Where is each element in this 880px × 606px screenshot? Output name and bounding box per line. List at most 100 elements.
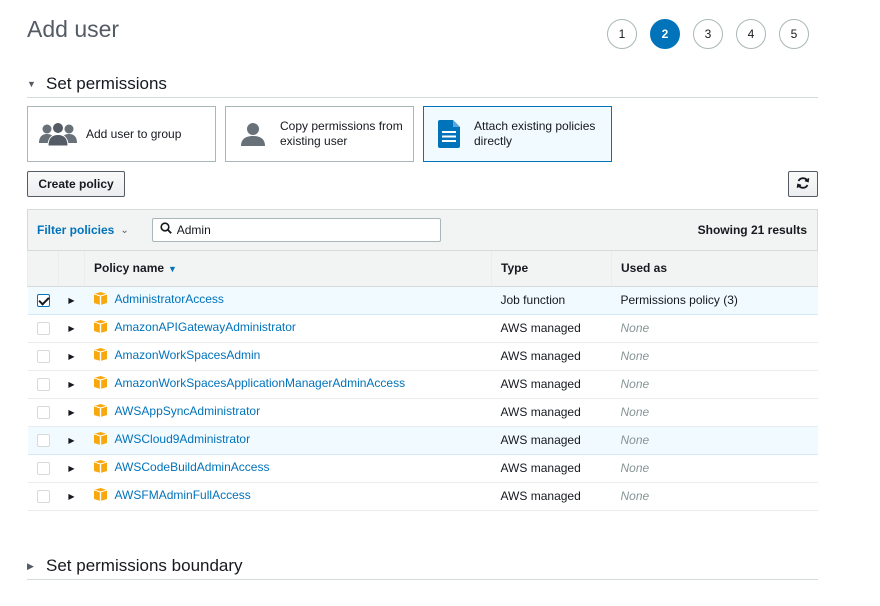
policy-name-link[interactable]: AmazonAPIGatewayAdministrator — [93, 319, 296, 334]
policy-name-link[interactable]: AWSFMAdminFullAccess — [93, 487, 251, 502]
policy-used-as: None — [611, 314, 818, 343]
header-check — [27, 251, 59, 287]
policy-type: AWS managed — [491, 426, 612, 455]
policy-used-as: None — [611, 342, 818, 371]
policy-name-cell: AmazonAPIGatewayAdministrator — [84, 314, 492, 343]
option-add-user-to-group[interactable]: Add user to group — [27, 106, 216, 162]
policy-name-link[interactable]: AmazonWorkSpacesAdmin — [93, 347, 261, 362]
expand-caret-icon[interactable]: ▶ — [58, 398, 85, 427]
set-permissions-title: Set permissions — [46, 74, 167, 93]
policy-name-link[interactable]: AdministratorAccess — [93, 291, 224, 306]
policy-type: AWS managed — [491, 398, 612, 427]
permission-options: Add user to group Copy permissions from … — [27, 106, 612, 162]
search-input[interactable] — [176, 223, 427, 237]
package-icon — [93, 320, 107, 334]
policy-type: AWS managed — [491, 314, 612, 343]
policy-name-cell: AWSCloud9Administrator — [84, 426, 492, 455]
row-checkbox[interactable] — [36, 434, 50, 448]
policy-name-cell: AWSFMAdminFullAccess — [84, 482, 492, 511]
option-copy-permissions[interactable]: Copy permissions from existing user — [225, 106, 414, 162]
table-row[interactable]: ▶ AdministratorAccess Job function Permissi… — [27, 286, 818, 315]
policy-name-link[interactable]: AWSAppSyncAdministrator — [93, 403, 261, 418]
policy-name-cell: AdministratorAccess — [84, 286, 492, 315]
policy-name: AmazonAPIGatewayAdministrator — [114, 319, 296, 334]
chevron-down-icon: ⌄ — [120, 224, 129, 236]
row-checkbox-cell — [27, 426, 59, 455]
table-row[interactable]: ▶ AWSFMAdminFullAccess AWS managed None — [27, 482, 818, 511]
table-row[interactable]: ▶ AWSCodeBuildAdminAccess AWS managed None — [27, 454, 818, 483]
user-group-icon — [38, 121, 78, 147]
policy-name: AWSCodeBuildAdminAccess — [114, 459, 270, 474]
policy-name: AWSCloud9Administrator — [114, 431, 251, 446]
row-checkbox-cell — [27, 454, 59, 483]
package-icon — [93, 488, 107, 502]
set-permissions-boundary-header[interactable]: ▶ Set permissions boundary — [27, 556, 818, 580]
package-icon — [93, 432, 107, 446]
caret-down-icon: ▼ — [27, 79, 36, 89]
policy-type: Job function — [491, 286, 612, 315]
policy-name-cell: AmazonWorkSpacesApplicationManagerAdminA… — [84, 370, 492, 399]
row-checkbox[interactable] — [36, 462, 50, 476]
document-icon — [438, 120, 460, 148]
policy-name-link[interactable]: AmazonWorkSpacesApplicationManagerAdminA… — [93, 376, 405, 390]
policy-type: AWS managed — [491, 482, 612, 511]
column-type: Type — [491, 251, 612, 287]
expand-caret-icon[interactable]: ▶ — [58, 426, 85, 455]
policy-name-link[interactable]: AWSCloud9Administrator — [93, 431, 251, 446]
policy-used-as: None — [611, 454, 818, 483]
create-policy-button[interactable]: Create policy — [27, 171, 125, 197]
policy-used-as: Permissions policy (3) — [611, 286, 818, 315]
sort-desc-icon: ▼ — [168, 264, 177, 275]
row-checkbox[interactable] — [36, 378, 50, 392]
policy-name-link[interactable]: AWSCodeBuildAdminAccess — [93, 459, 270, 474]
row-checkbox-cell — [27, 398, 59, 427]
header-expand — [58, 251, 85, 287]
option-label: Attach existing policies directly — [474, 119, 596, 148]
step-5[interactable]: 5 — [779, 19, 809, 49]
filter-policies-dropdown[interactable]: Filter policies ⌄ — [37, 223, 129, 237]
column-used-as: Used as — [611, 251, 818, 287]
policy-type: AWS managed — [491, 342, 612, 371]
expand-caret-icon[interactable]: ▶ — [58, 482, 85, 511]
policy-type: AWS managed — [491, 454, 612, 483]
set-permissions-header[interactable]: ▼ Set permissions — [27, 74, 818, 98]
page-title: Add user — [27, 16, 120, 42]
policy-used-as: None — [611, 482, 818, 511]
user-icon — [240, 121, 266, 147]
package-icon — [93, 348, 107, 362]
search-icon — [160, 221, 172, 239]
policy-search[interactable] — [151, 218, 441, 242]
step-4[interactable]: 4 — [736, 19, 766, 49]
policy-name: AmazonWorkSpacesAdmin — [114, 347, 261, 362]
expand-caret-icon[interactable]: ▶ — [58, 454, 85, 483]
expand-caret-icon[interactable]: ▶ — [58, 314, 85, 343]
option-attach-policies[interactable]: Attach existing policies directly — [423, 106, 612, 162]
row-checkbox[interactable] — [36, 406, 50, 420]
expand-caret-icon[interactable]: ▶ — [58, 370, 85, 399]
table-row[interactable]: ▶ AWSAppSyncAdministrator AWS managed None — [27, 398, 818, 427]
row-checkbox[interactable] — [36, 294, 50, 308]
expand-caret-icon[interactable]: ▶ — [58, 286, 85, 315]
step-3[interactable]: 3 — [693, 19, 723, 49]
policy-name: AWSAppSyncAdministrator — [114, 403, 261, 418]
table-row[interactable]: ▶ AWSCloud9Administrator AWS managed None — [27, 426, 818, 455]
row-checkbox-cell — [27, 482, 59, 511]
package-icon — [93, 292, 107, 306]
policy-name: AWSFMAdminFullAccess — [114, 487, 251, 502]
row-checkbox-cell — [27, 370, 59, 399]
policy-used-as: None — [611, 426, 818, 455]
policy-name: AdministratorAccess — [114, 291, 224, 306]
row-checkbox-cell — [27, 314, 59, 343]
table-row[interactable]: ▶ AmazonWorkSpacesAdmin AWS managed None — [27, 342, 818, 371]
refresh-button[interactable] — [788, 171, 818, 197]
table-row[interactable]: ▶ AmazonWorkSpacesApplicationManagerAdmin… — [27, 370, 818, 399]
step-1[interactable]: 1 — [607, 19, 637, 49]
step-2[interactable]: 2 — [650, 19, 680, 49]
table-row[interactable]: ▶ AmazonAPIGatewayAdministrator AWS manage… — [27, 314, 818, 343]
row-checkbox[interactable] — [36, 322, 50, 336]
row-checkbox[interactable] — [36, 490, 50, 504]
column-policy-name[interactable]: Policy name ▼ — [84, 251, 492, 287]
row-checkbox[interactable] — [36, 350, 50, 364]
set-permissions-boundary-title: Set permissions boundary — [46, 556, 243, 575]
expand-caret-icon[interactable]: ▶ — [58, 342, 85, 371]
